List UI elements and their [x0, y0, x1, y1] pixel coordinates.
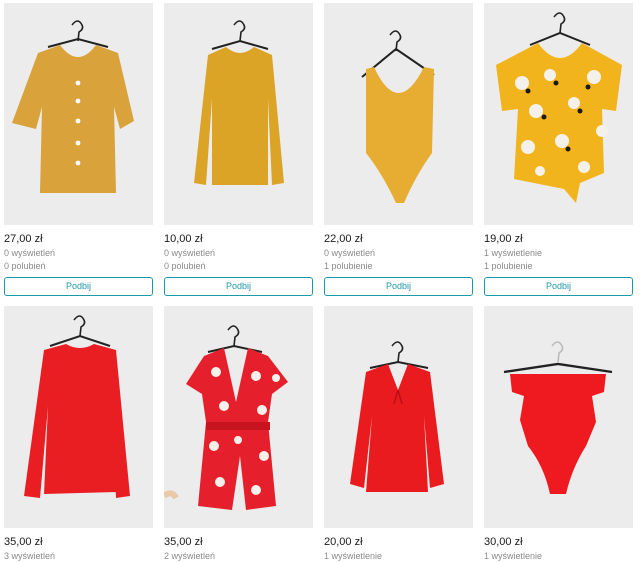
likes-count: 0 polubień: [164, 261, 206, 271]
price: 35,00 zł: [164, 536, 203, 548]
product-photo[interactable]: [4, 306, 153, 528]
garment-image: [361, 30, 435, 203]
product-card[interactable]: 30,00 zł 1 wyświetlenie: [484, 306, 633, 562]
bump-button[interactable]: Podbij: [484, 277, 633, 296]
product-photo[interactable]: [484, 306, 633, 528]
bump-button[interactable]: Podbij: [324, 277, 473, 296]
price: 30,00 zł: [484, 536, 523, 548]
product-card[interactable]: 20,00 zł 1 wyświetlenie: [324, 306, 473, 562]
views-count: 1 wyświetlenie: [324, 551, 383, 561]
garment-image: [12, 20, 134, 193]
product-card[interactable]: 19,00 zł 1 wyświetlenie 1 polubienie Pod…: [484, 3, 633, 296]
product-card[interactable]: 35,00 zł 3 wyświetleń: [4, 306, 153, 562]
price: 22,00 zł: [324, 233, 363, 245]
likes-count: 0 polubień: [4, 261, 46, 271]
garment-image: [503, 341, 613, 494]
product-card[interactable]: 10,00 zł 0 wyświetleń 0 polubień Podbij: [164, 3, 313, 296]
price: 27,00 zł: [4, 233, 43, 245]
garment-image: [24, 315, 130, 498]
garment-image: [350, 341, 444, 492]
product-photo[interactable]: [4, 3, 153, 225]
product-photo[interactable]: [164, 3, 313, 225]
product-photo[interactable]: [324, 3, 473, 225]
likes-count: 1 polubienie: [324, 261, 373, 271]
bump-button[interactable]: Podbij: [164, 277, 313, 296]
product-card[interactable]: 35,00 zł 2 wyświetleń: [164, 306, 313, 562]
views-count: 3 wyświetleń: [4, 551, 56, 561]
views-count: 2 wyświetleń: [164, 551, 216, 561]
price: 19,00 zł: [484, 233, 523, 245]
bump-button[interactable]: Podbij: [4, 277, 153, 296]
views-count: 1 wyświetlenie: [484, 551, 543, 561]
garment-image: [164, 325, 288, 510]
likes-count: 1 polubienie: [484, 261, 533, 271]
views-count: 1 wyświetlenie: [484, 248, 543, 258]
product-photo[interactable]: [324, 306, 473, 528]
product-card[interactable]: 22,00 zł 0 wyświetleń 1 polubienie Podbi…: [324, 3, 473, 296]
product-card[interactable]: 27,00 zł 0 wyświetleń 0 polubień Podbij: [4, 3, 153, 296]
views-count: 0 wyświetleń: [324, 248, 376, 258]
price: 35,00 zł: [4, 536, 43, 548]
product-photo[interactable]: [484, 3, 633, 225]
views-count: 0 wyświetleń: [4, 248, 56, 258]
garment-image: [496, 12, 622, 203]
product-photo[interactable]: [164, 306, 313, 528]
price: 20,00 zł: [324, 536, 363, 548]
price: 10,00 zł: [164, 233, 203, 245]
garment-image: [194, 20, 284, 185]
views-count: 0 wyświetleń: [164, 248, 216, 258]
